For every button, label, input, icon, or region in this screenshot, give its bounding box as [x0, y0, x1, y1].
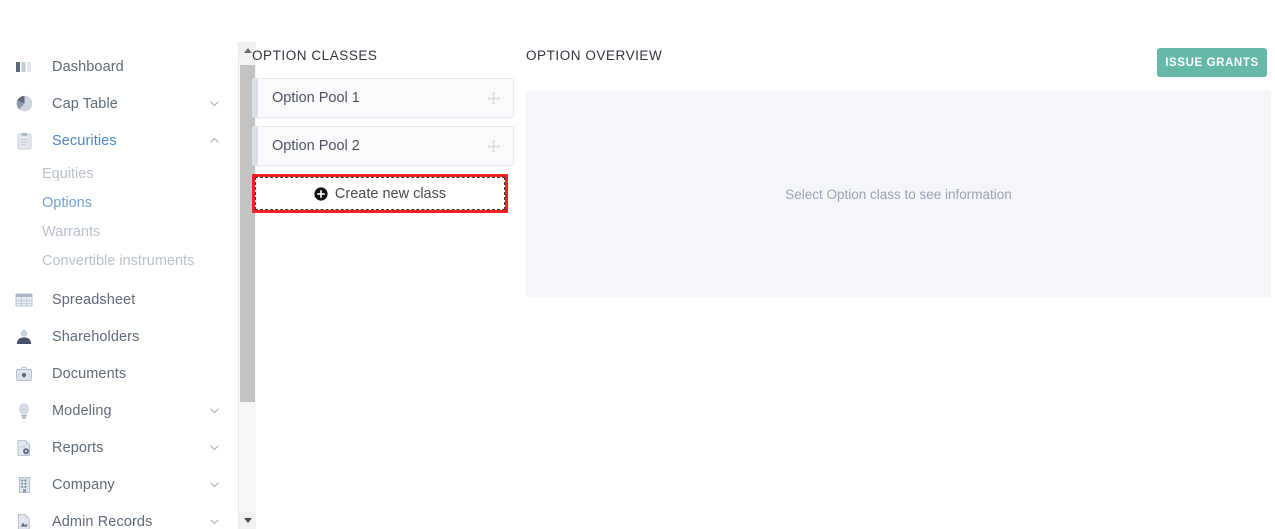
sidebar-subitem-warrants[interactable]: Warrants [0, 217, 236, 246]
move-arrows-icon[interactable] [485, 90, 501, 106]
sidebar-item-label: Reports [52, 439, 104, 456]
sidebar-item-reports[interactable]: Reports [0, 429, 236, 466]
sidebar-item-spreadsheet[interactable]: Spreadsheet [0, 281, 236, 318]
chevron-down-icon[interactable] [208, 405, 220, 417]
chevron-up-icon[interactable] [208, 135, 220, 147]
sidebar-item-securities[interactable]: Securities [0, 122, 236, 159]
sidebar-item-label: Securities [52, 132, 117, 149]
issue-grants-button[interactable]: ISSUE GRANTS [1157, 48, 1267, 77]
dashboard-icon [14, 57, 34, 77]
sidebar-subitem-label: Equities [42, 165, 94, 182]
scroll-down-arrow-icon[interactable] [239, 512, 256, 529]
chevron-down-icon[interactable] [208, 516, 220, 528]
sidebar-item-admin-records[interactable]: Admin Records [0, 503, 236, 529]
sidebar-subitem-convertible-instruments[interactable]: Convertible instruments [0, 246, 236, 275]
person-icon [14, 327, 34, 347]
building-icon [14, 475, 34, 495]
sidebar-item-label: Cap Table [52, 95, 118, 112]
sidebar-item-label: Modeling [52, 402, 112, 419]
sidebar-item-label: Company [52, 476, 115, 493]
sidebar-item-company[interactable]: Company [0, 466, 236, 503]
chevron-down-icon[interactable] [208, 98, 220, 110]
sidebar-item-modeling[interactable]: Modeling [0, 392, 236, 429]
empty-state-message: Select Option class to see information [785, 186, 1012, 202]
option-class-name: Option Pool 1 [272, 90, 360, 106]
option-overview-empty-state: Select Option class to see information [526, 91, 1271, 297]
sidebar-item-label: Shareholders [52, 328, 140, 345]
option-overview-title: OPTION OVERVIEW [526, 48, 663, 63]
move-arrows-icon[interactable] [485, 138, 501, 154]
sidebar-subitem-equities[interactable]: Equities [0, 159, 236, 188]
create-new-class-highlight: Create new class [252, 174, 508, 213]
create-new-class-button[interactable]: Create new class [255, 177, 505, 210]
sidebar-item-documents[interactable]: Documents [0, 355, 236, 392]
sidebar: Dashboard Cap Table Securities Equities … [0, 0, 236, 529]
chevron-down-icon[interactable] [208, 479, 220, 491]
create-new-class-label: Create new class [334, 185, 447, 202]
report-gear-icon [14, 438, 34, 458]
sidebar-subitem-options[interactable]: Options [0, 188, 236, 217]
option-classes-title: OPTION CLASSES [252, 48, 378, 63]
sidebar-item-cap-table[interactable]: Cap Table [0, 85, 236, 122]
records-icon [14, 512, 34, 529]
chevron-down-icon[interactable] [208, 442, 220, 454]
option-classes-panel: OPTION CLASSES Option Pool 1 Option Pool… [252, 48, 514, 213]
briefcase-lock-icon [14, 364, 34, 384]
spreadsheet-icon [14, 290, 34, 310]
option-class-card[interactable]: Option Pool 2 [252, 126, 514, 166]
sidebar-subitem-label: Options [42, 194, 92, 211]
sidebar-item-label: Dashboard [52, 58, 124, 75]
sidebar-item-shareholders[interactable]: Shareholders [0, 318, 236, 355]
option-class-name: Option Pool 2 [272, 138, 360, 154]
sidebar-item-label: Documents [52, 365, 127, 382]
app-root: Dashboard Cap Table Securities Equities … [0, 0, 1275, 529]
option-overview-panel: OPTION OVERVIEW ISSUE GRANTS Select Opti… [526, 48, 1271, 297]
sidebar-subitem-label: Warrants [42, 223, 101, 240]
lightbulb-icon [14, 401, 34, 421]
clipboard-icon [14, 131, 34, 151]
plus-circle-icon [314, 186, 328, 201]
sidebar-subitem-label: Convertible instruments [42, 252, 195, 269]
sidebar-item-dashboard[interactable]: Dashboard [0, 48, 236, 85]
pie-chart-icon [14, 94, 34, 114]
sidebar-item-label: Spreadsheet [52, 291, 136, 308]
sidebar-item-label: Admin Records [52, 513, 153, 529]
option-class-card[interactable]: Option Pool 1 [252, 78, 514, 118]
